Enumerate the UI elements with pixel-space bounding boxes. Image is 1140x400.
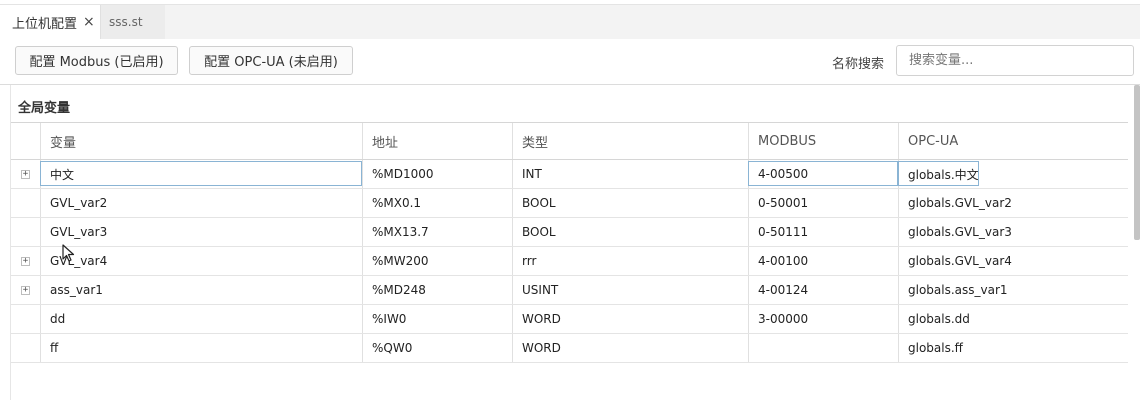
opcua-cell[interactable]: globals.GVL_var3 [898, 218, 1128, 246]
opcua-cell[interactable]: globals.ff [898, 334, 1128, 362]
modbus-cell[interactable]: 4-00500 [748, 160, 898, 188]
table-row[interactable]: ff %QW0 WORD globals.ff [11, 334, 1128, 363]
header-expander-cell [11, 123, 40, 159]
modbus-cell[interactable] [748, 334, 898, 362]
address-cell[interactable]: %IW0 [362, 305, 512, 333]
mouse-pointer-icon [62, 244, 75, 262]
table-row[interactable]: + GVL_var4 %MW200 rrr 4-00100 globals.GV… [11, 247, 1128, 276]
opcua-cell[interactable]: globals.中文 [898, 160, 1128, 188]
close-icon[interactable]: × [83, 14, 95, 30]
opcua-cell[interactable]: globals.GVL_var4 [898, 247, 1128, 275]
column-header-opcua[interactable]: OPC-UA [898, 123, 1128, 159]
table-row[interactable]: GVL_var2 %MX0.1 BOOL 0-50001 globals.GVL… [11, 189, 1128, 218]
configure-modbus-button[interactable]: 配置 Modbus (已启用) [15, 46, 178, 75]
modbus-cell[interactable]: 0-50111 [748, 218, 898, 246]
expander-cell: + [11, 247, 40, 275]
variables-table: 变量 地址 类型 MODBUS OPC-UA + 中文 %MD1000 INT … [11, 122, 1128, 363]
variable-cell[interactable]: ff [40, 334, 362, 362]
address-cell[interactable]: %MD248 [362, 276, 512, 304]
modbus-cell[interactable]: 3-00000 [748, 305, 898, 333]
variable-cell[interactable]: GVL_var3 [40, 218, 362, 246]
vertical-scrollbar[interactable] [1134, 85, 1140, 240]
tab-label: sss.st [109, 15, 143, 29]
tab-sss-st[interactable]: sss.st [101, 5, 165, 39]
expander-cell [11, 334, 40, 362]
address-cell[interactable]: %MW200 [362, 247, 512, 275]
search-label: 名称搜索 [832, 57, 885, 72]
address-cell[interactable]: %MX13.7 [362, 218, 512, 246]
toolbar: 配置 Modbus (已启用) 配置 OPC-UA (未启用) 名称搜索 [0, 38, 1140, 85]
type-cell[interactable]: WORD [512, 305, 748, 333]
column-header-type[interactable]: 类型 [512, 123, 748, 159]
variable-cell[interactable]: dd [40, 305, 362, 333]
column-header-address[interactable]: 地址 [362, 123, 512, 159]
column-header-variable[interactable]: 变量 [40, 123, 362, 159]
modbus-cell[interactable]: 4-00124 [748, 276, 898, 304]
variable-cell[interactable]: GVL_var4 [40, 247, 362, 275]
column-header-modbus[interactable]: MODBUS [748, 123, 898, 159]
address-cell[interactable]: %MX0.1 [362, 189, 512, 217]
section-title: 全局变量 [18, 101, 71, 116]
type-cell[interactable]: USINT [512, 276, 748, 304]
table-row[interactable]: + 中文 %MD1000 INT 4-00500 globals.中文 [11, 160, 1128, 189]
address-cell[interactable]: %MD1000 [362, 160, 512, 188]
plus-box-icon[interactable]: + [21, 285, 30, 295]
type-cell[interactable]: BOOL [512, 189, 748, 217]
address-cell[interactable]: %QW0 [362, 334, 512, 362]
table-row[interactable]: GVL_var3 %MX13.7 BOOL 0-50111 globals.GV… [11, 218, 1128, 247]
tab-label: 上位机配置 [12, 16, 78, 32]
tab-bar: 上位机配置 × sss.st [0, 4, 1140, 39]
expander-cell [11, 189, 40, 217]
type-cell[interactable]: rrr [512, 247, 748, 275]
opcua-cell[interactable]: globals.dd [898, 305, 1128, 333]
type-cell[interactable]: BOOL [512, 218, 748, 246]
configure-opcua-button[interactable]: 配置 OPC-UA (未启用) [189, 46, 353, 75]
expander-cell: + [11, 160, 40, 188]
expander-cell [11, 218, 40, 246]
opcua-cell[interactable]: globals.GVL_var2 [898, 189, 1128, 217]
global-variables-panel: 全局变量 变量 地址 类型 MODBUS OPC-UA + 中文 %MD1000… [0, 85, 1140, 400]
expander-cell [11, 305, 40, 333]
modbus-cell[interactable]: 0-50001 [748, 189, 898, 217]
type-cell[interactable]: INT [512, 160, 748, 188]
search-input[interactable] [896, 45, 1134, 76]
table-row[interactable]: + ass_var1 %MD248 USINT 4-00124 globals.… [11, 276, 1128, 305]
variable-cell[interactable]: ass_var1 [40, 276, 362, 304]
modbus-cell[interactable]: 4-00100 [748, 247, 898, 275]
plus-box-icon[interactable]: + [21, 256, 30, 266]
opcua-cell[interactable]: globals.ass_var1 [898, 276, 1128, 304]
plus-box-icon[interactable]: + [21, 169, 30, 179]
tab-host-config[interactable]: 上位机配置 × [0, 5, 101, 39]
expander-cell: + [11, 276, 40, 304]
table-header: 变量 地址 类型 MODBUS OPC-UA [11, 122, 1128, 160]
table-row[interactable]: dd %IW0 WORD 3-00000 globals.dd [11, 305, 1128, 334]
type-cell[interactable]: WORD [512, 334, 748, 362]
variable-cell[interactable]: GVL_var2 [40, 189, 362, 217]
variable-cell[interactable]: 中文 [40, 160, 362, 188]
